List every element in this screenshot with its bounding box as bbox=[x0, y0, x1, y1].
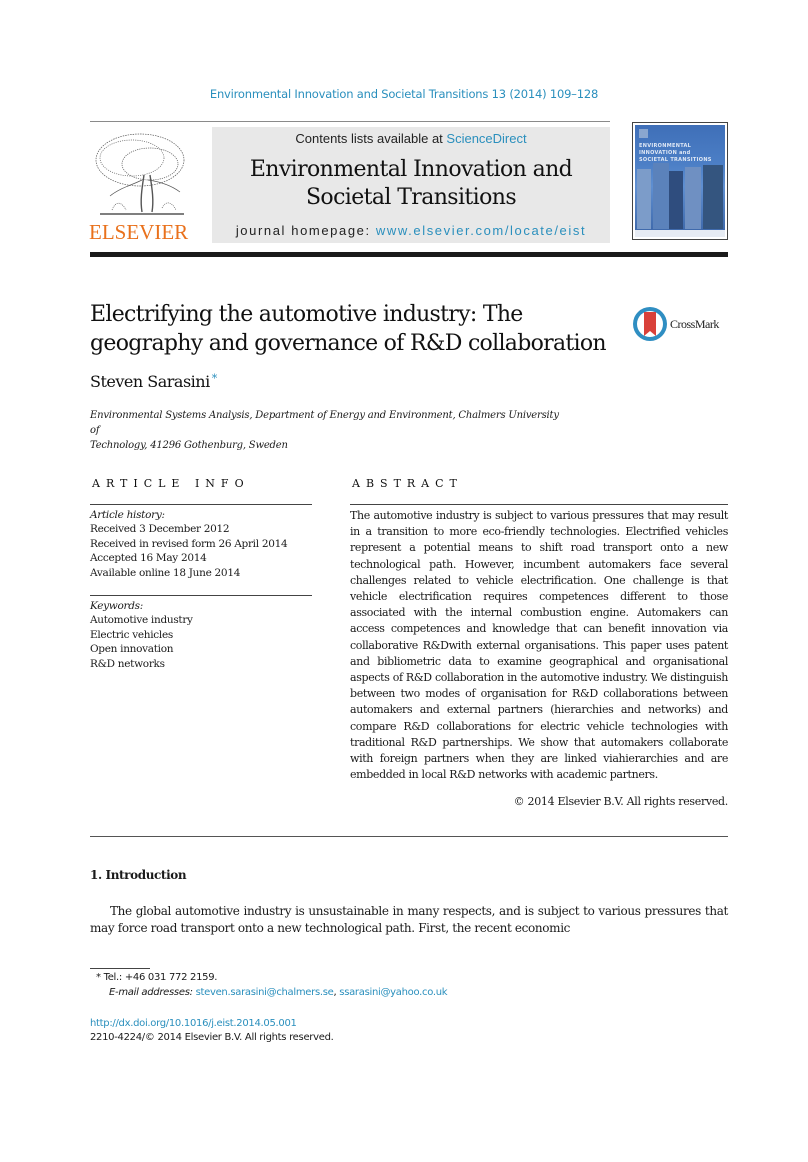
cover-panel bbox=[669, 171, 683, 229]
journal-homepage-link[interactable]: www.elsevier.com/locate/eist bbox=[376, 223, 586, 238]
abstract-divider bbox=[350, 504, 728, 505]
homepage-line: journal homepage: www.elsevier.com/locat… bbox=[212, 223, 610, 238]
abstract-heading: ABSTRACT bbox=[352, 477, 463, 490]
section-divider bbox=[90, 836, 728, 837]
cover-panel bbox=[653, 163, 669, 229]
article-title: Electrifying the automotive industry: Th… bbox=[90, 300, 630, 358]
article-title-line-1: Electrifying the automotive industry: Th… bbox=[90, 302, 523, 327]
introduction-heading: 1. Introduction bbox=[90, 868, 187, 882]
cover-title-line-1: ENVIRONMENTAL bbox=[639, 143, 692, 149]
author-name-text: Steven Sarasini bbox=[90, 372, 210, 391]
cover-footer bbox=[635, 230, 725, 237]
keyword-item: Automotive industry bbox=[90, 614, 193, 627]
cover-publisher-mark bbox=[639, 129, 648, 138]
journal-title: Environmental Innovation and Societal Tra… bbox=[212, 156, 610, 212]
homepage-prefix: journal homepage: bbox=[235, 223, 376, 238]
article-info-heading: ARTICLE INFO bbox=[92, 477, 250, 490]
crossmark-label[interactable]: CrossMark bbox=[670, 317, 719, 332]
issn-copyright: 2210-4224/© 2014 Elsevier B.V. All right… bbox=[90, 1032, 334, 1043]
affiliation-line-2: Technology, 41296 Gothenburg, Sweden bbox=[90, 440, 288, 451]
history-item: Available online 18 June 2014 bbox=[90, 566, 241, 579]
footnote-telephone: * Tel.: +46 031 772 2159. bbox=[96, 972, 218, 983]
keywords-label: Keywords: bbox=[90, 600, 143, 612]
author-name: Steven Sarasini * bbox=[90, 372, 217, 391]
corresponding-author-mark[interactable]: * bbox=[212, 372, 218, 385]
journal-title-line-1: Environmental Innovation and bbox=[249, 157, 573, 182]
keywords-divider bbox=[90, 595, 312, 596]
article-info-divider bbox=[90, 504, 312, 505]
history-item: Accepted 16 May 2014 bbox=[90, 552, 207, 565]
journal-citation[interactable]: Environmental Innovation and Societal Tr… bbox=[0, 87, 808, 101]
keyword-item: Open innovation bbox=[90, 643, 174, 656]
article-title-line-2: geography and governance of R&D collabor… bbox=[90, 331, 607, 356]
contents-prefix: Contents lists available at bbox=[295, 131, 447, 146]
keyword-item: R&D networks bbox=[90, 657, 165, 670]
author-affiliation: Environmental Systems Analysis, Departme… bbox=[90, 408, 560, 453]
sciencedirect-link[interactable]: ScienceDirect bbox=[446, 131, 526, 146]
contents-line: Contents lists available at ScienceDirec… bbox=[212, 131, 610, 146]
keywords: Keywords: Automotive industry Electric v… bbox=[90, 599, 312, 671]
elsevier-wordmark: ELSEVIER bbox=[89, 220, 189, 244]
keyword-item: Electric vehicles bbox=[90, 628, 173, 641]
footnote-email: E-mail addresses: steven.sarasini@chalme… bbox=[109, 987, 448, 998]
affiliation-line-1: Environmental Systems Analysis, Departme… bbox=[90, 410, 559, 436]
history-item: Received 3 December 2012 bbox=[90, 523, 230, 536]
journal-cover-image[interactable]: ENVIRONMENTAL INNOVATION and SOCIETAL TR… bbox=[632, 122, 728, 240]
history-item: Received in revised form 26 April 2014 bbox=[90, 537, 288, 550]
elsevier-tree-logo-icon bbox=[95, 133, 185, 215]
cover-panel bbox=[703, 165, 723, 229]
article-history: Article history: Received 3 December 201… bbox=[90, 508, 312, 580]
history-label: Article history: bbox=[90, 509, 165, 521]
email-link-yahoo[interactable]: ssarasini@yahoo.co.uk bbox=[339, 987, 447, 998]
top-divider bbox=[90, 121, 610, 122]
introduction-text: The global automotive industry is unsust… bbox=[90, 904, 728, 935]
footnote-divider bbox=[90, 968, 150, 969]
cover-title-line-2: INNOVATION and bbox=[639, 150, 691, 156]
cover-panel bbox=[685, 167, 701, 229]
abstract-text: The automotive industry is subject to va… bbox=[350, 509, 728, 782]
email-link-chalmers[interactable]: steven.sarasini@chalmers.se bbox=[196, 987, 334, 998]
email-label: E-mail addresses: bbox=[109, 987, 196, 998]
journal-title-line-2: Societal Transitions bbox=[305, 185, 517, 210]
cover-title-line-3: SOCIETAL TRANSITIONS bbox=[639, 157, 712, 163]
abstract-copyright: © 2014 Elsevier B.V. All rights reserved… bbox=[513, 795, 729, 808]
doi-link[interactable]: http://dx.doi.org/10.1016/j.eist.2014.05… bbox=[90, 1018, 297, 1029]
header-thick-divider bbox=[90, 252, 728, 257]
telephone-text: Tel.: +46 031 772 2159. bbox=[100, 972, 218, 983]
cover-art: ENVIRONMENTAL INNOVATION and SOCIETAL TR… bbox=[635, 125, 725, 237]
cover-panel bbox=[637, 169, 651, 229]
